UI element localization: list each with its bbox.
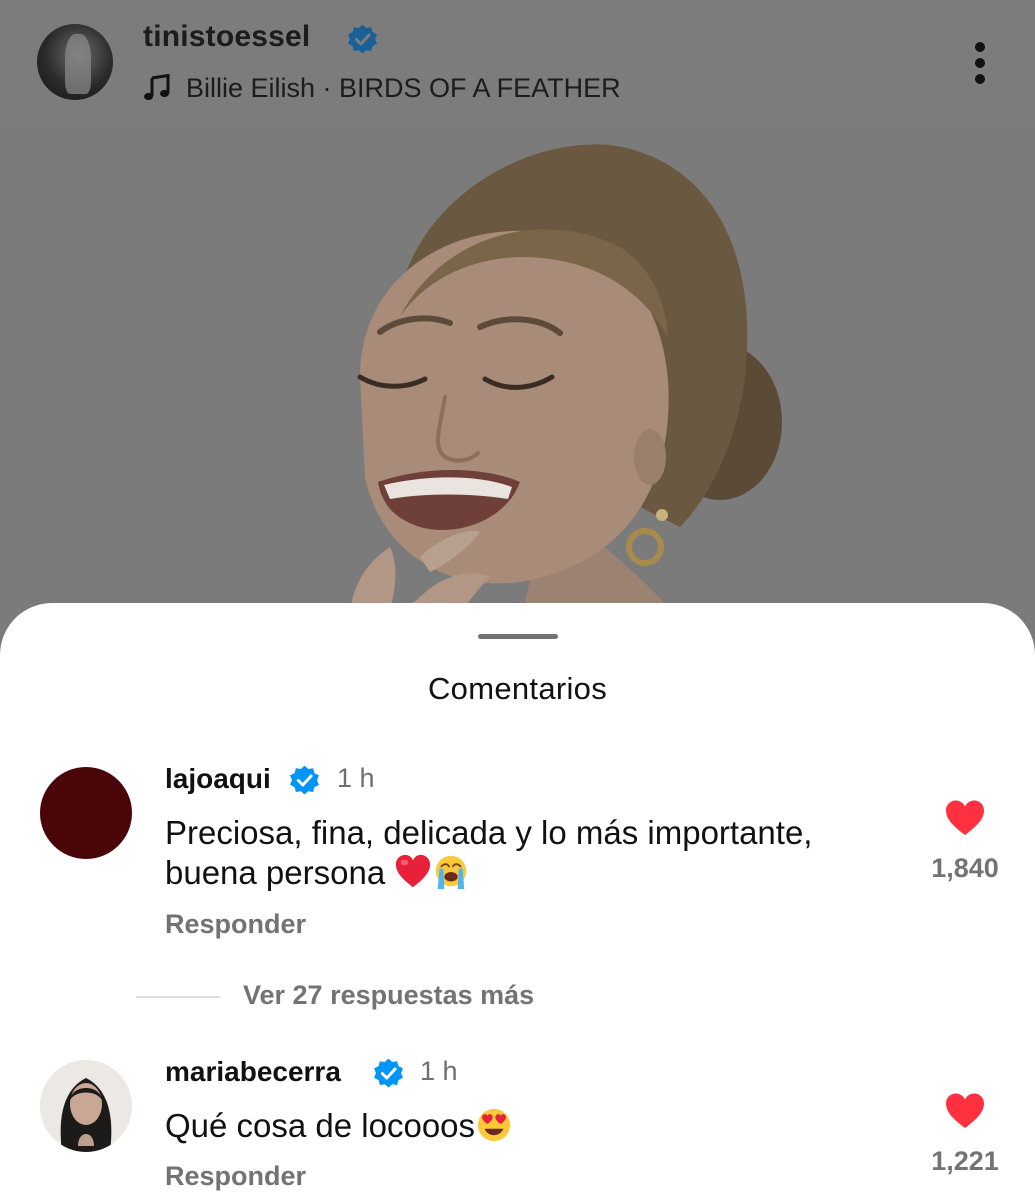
verified-badge-icon	[348, 24, 377, 54]
commenter-avatar[interactable]	[40, 767, 132, 859]
comment-text-line-2: buena persona	[165, 853, 905, 894]
comment-text: Qué cosa de locooos	[165, 1106, 905, 1147]
commenter-username[interactable]: lajoaqui	[165, 763, 271, 795]
loudly-crying-face-emoji	[436, 856, 467, 890]
post-image-illustration	[0, 127, 1035, 647]
more-vertical-icon[interactable]	[966, 40, 994, 86]
music-note-icon	[144, 74, 170, 101]
replies-divider-line	[136, 996, 220, 998]
commenter-username[interactable]: mariabecerra	[165, 1056, 341, 1088]
view-more-replies-link[interactable]: Ver 27 respuestas más	[243, 980, 534, 1011]
comment-timestamp: 1 h	[337, 763, 375, 793]
commenter-avatar-illustration	[40, 1060, 132, 1152]
comment-timestamp: 1 h	[420, 1056, 458, 1086]
commenter-avatar[interactable]	[40, 1060, 132, 1152]
post-music-track[interactable]: Billie Eilish · BIRDS OF A FEATHER	[186, 73, 621, 104]
post-image	[0, 127, 1035, 647]
comment-text: Preciosa, fina, delicada y lo más import…	[165, 813, 905, 894]
reply-button[interactable]: Responder	[165, 909, 306, 940]
comments-sheet: Comentarios lajoaqui 1 h Preciosa, fina,…	[0, 603, 1035, 1200]
sheet-title: Comentarios	[427, 671, 608, 706]
comment-text-content: Qué cosa de locooos	[165, 1107, 476, 1144]
sheet-drag-handle[interactable]	[478, 634, 558, 639]
like-heart-icon[interactable]	[944, 1092, 986, 1130]
heart-eyes-emoji	[477, 1109, 511, 1142]
red-heart-emoji	[396, 855, 431, 888]
post-header: tinistoessel Billie Eilish · BIRDS OF A …	[0, 0, 1035, 127]
reply-button[interactable]: Responder	[165, 1161, 306, 1192]
like-count: 1,221	[931, 1146, 999, 1176]
verified-badge-icon	[374, 1058, 403, 1088]
comment-text-line-2-text: buena persona	[165, 854, 386, 891]
post-author-avatar[interactable]	[37, 24, 113, 100]
like-heart-icon[interactable]	[944, 799, 986, 837]
verified-badge-icon	[290, 765, 319, 795]
comment-text-line-1: Preciosa, fina, delicada y lo más import…	[165, 814, 813, 851]
post-username[interactable]: tinistoessel	[143, 20, 310, 54]
like-count: 1,840	[931, 853, 999, 883]
